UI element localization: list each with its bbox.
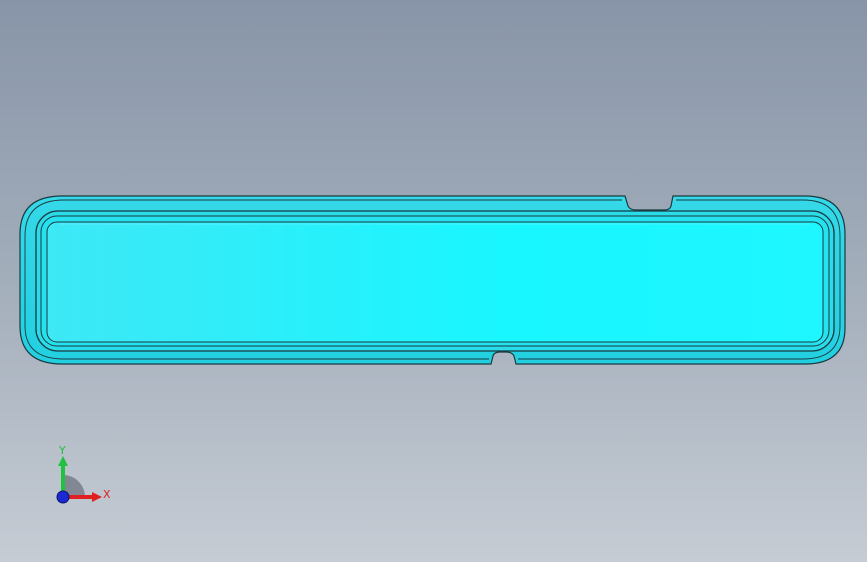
z-axis-origin xyxy=(56,490,70,504)
x-axis-label: X xyxy=(103,488,111,501)
graphics-viewport[interactable]: Y X xyxy=(0,0,867,562)
y-axis-label: Y xyxy=(58,444,66,457)
main-face xyxy=(46,221,824,343)
coordinate-triad: Y X xyxy=(50,440,120,510)
plate-part-model[interactable] xyxy=(0,0,867,562)
y-axis-arrow xyxy=(58,456,68,466)
x-axis-arrow xyxy=(92,492,102,502)
